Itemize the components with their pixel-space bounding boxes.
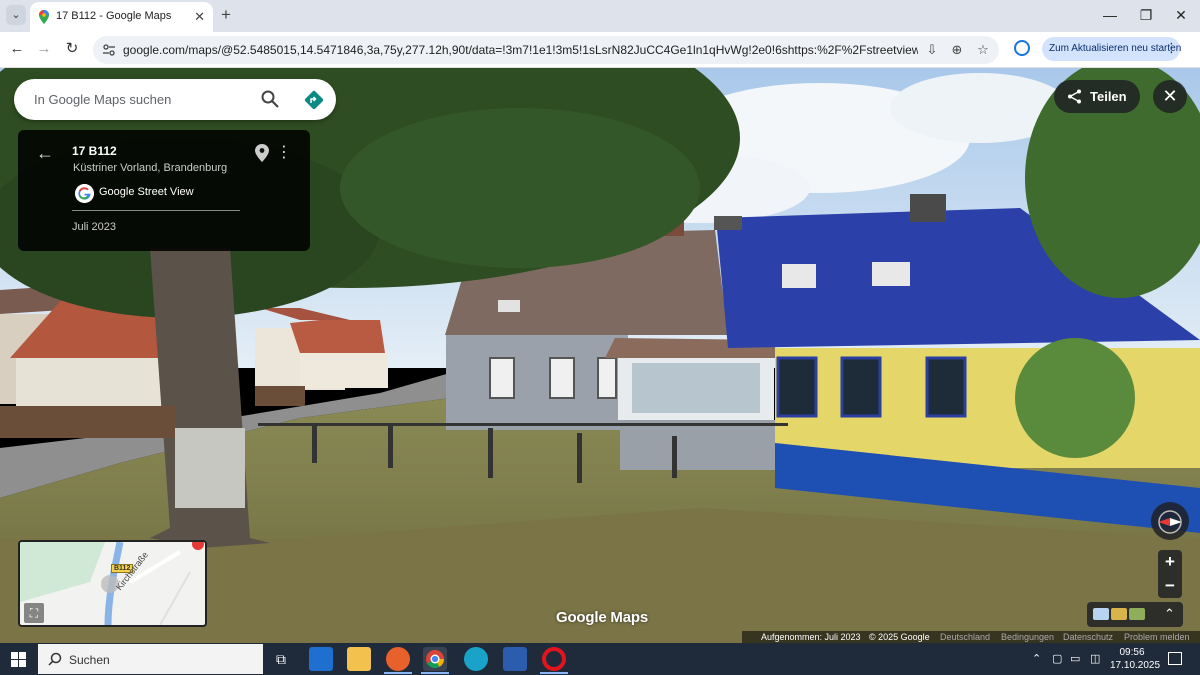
reload-icon[interactable]: ↻ bbox=[62, 39, 82, 59]
chrome-running-indicator bbox=[421, 672, 449, 674]
maps-pin-favicon-icon bbox=[39, 10, 49, 24]
card-divider bbox=[72, 210, 240, 211]
directions-icon[interactable] bbox=[303, 89, 325, 111]
place-subtitle: Küstriner Vorland, Brandenburg bbox=[73, 162, 228, 174]
profile-icon[interactable] bbox=[1014, 40, 1030, 56]
tray-network-icon[interactable]: ◫ bbox=[1090, 652, 1100, 666]
share-icon bbox=[1068, 89, 1081, 104]
zoom-control: + − bbox=[1158, 550, 1182, 598]
search-input[interactable]: In Google Maps suchen bbox=[34, 92, 171, 107]
minimap-graphic bbox=[20, 542, 204, 625]
back-arrow-icon[interactable]: ← bbox=[36, 144, 54, 162]
address-bar[interactable]: google.com/maps/@52.5485015,14.5471846,3… bbox=[93, 36, 999, 64]
close-window-button[interactable]: ✕ bbox=[1158, 6, 1200, 24]
zoom-out-button[interactable]: − bbox=[1158, 574, 1182, 598]
compass-icon[interactable] bbox=[1151, 502, 1189, 540]
taskbar-app-blue-icon[interactable] bbox=[309, 647, 333, 671]
location-pin-icon[interactable] bbox=[255, 144, 269, 162]
close-street-view-icon[interactable]: ✕ bbox=[1153, 80, 1187, 113]
search-icon[interactable] bbox=[260, 89, 280, 109]
google-maps-watermark: Google Maps bbox=[556, 609, 648, 626]
task-view-icon[interactable]: ⧉ bbox=[269, 647, 293, 671]
tab-search-chevron-icon[interactable]: ⌄ bbox=[6, 5, 26, 25]
google-logo-icon bbox=[75, 184, 94, 203]
bookmark-star-icon[interactable]: ☆ bbox=[974, 41, 992, 59]
opera-running-indicator bbox=[540, 672, 568, 674]
back-arrow-icon[interactable]: ← bbox=[7, 39, 27, 59]
taskbar-clock[interactable]: 09:56 17.10.2025 bbox=[1110, 646, 1161, 672]
layers-control[interactable]: ⌃ bbox=[1087, 602, 1183, 627]
word-icon[interactable] bbox=[503, 647, 527, 671]
maps-search-box[interactable]: In Google Maps suchen bbox=[14, 79, 336, 120]
tray-battery-icon[interactable]: ▭ bbox=[1070, 652, 1080, 666]
tray-device-icon[interactable]: ▢ bbox=[1052, 652, 1062, 666]
street-view-link[interactable]: Google Street View bbox=[99, 186, 194, 198]
tray-chevron-up-icon[interactable]: ⌃ bbox=[1032, 652, 1041, 666]
attribution-privacy[interactable]: Datenschutz bbox=[1063, 632, 1113, 642]
tab-google-maps[interactable]: 17 B112 - Google Maps ✕ bbox=[30, 2, 213, 32]
tab-close-icon[interactable]: ✕ bbox=[194, 9, 205, 24]
forward-arrow-icon[interactable]: → bbox=[34, 39, 54, 59]
taskbar-search-icon bbox=[48, 652, 62, 666]
tab-title: 17 B112 - Google Maps bbox=[56, 10, 172, 22]
taskbar-search-box[interactable]: Suchen bbox=[38, 644, 263, 674]
attribution-terms[interactable]: Bedingungen bbox=[1001, 632, 1054, 642]
zoom-icon[interactable]: ⊕ bbox=[948, 41, 966, 59]
update-restart-button[interactable]: Zum Aktualisieren neu starten ⋮ bbox=[1042, 37, 1182, 61]
attribution-country[interactable]: Deutschland bbox=[940, 632, 990, 642]
install-app-icon[interactable]: ⇩ bbox=[923, 41, 941, 59]
firefox-running-indicator bbox=[384, 672, 412, 674]
site-info-icon[interactable] bbox=[102, 43, 116, 57]
new-tab-button[interactable]: + bbox=[221, 6, 231, 24]
chrome-icon[interactable] bbox=[423, 647, 447, 671]
attribution-captured: Aufgenommen: Juli 2023 bbox=[761, 632, 861, 642]
fullscreen-icon[interactable]: ⛶ bbox=[24, 603, 44, 623]
update-label: Zum Aktualisieren neu starten bbox=[1049, 43, 1182, 54]
url-text: google.com/maps/@52.5485015,14.5471846,3… bbox=[123, 43, 918, 57]
location-info-card: ← 17 B112 Küstriner Vorland, Brandenburg… bbox=[18, 130, 310, 251]
notification-center-icon[interactable] bbox=[1168, 652, 1182, 665]
minimap[interactable]: B112 Kirchstraße ⛶ bbox=[18, 540, 207, 627]
more-options-icon[interactable]: ⋮ bbox=[276, 143, 292, 163]
share-label: Teilen bbox=[1090, 89, 1127, 104]
layer-thumb-satellite[interactable] bbox=[1111, 608, 1127, 620]
expand-chevron-icon[interactable]: ⌃ bbox=[1164, 605, 1175, 623]
zoom-in-button[interactable]: + bbox=[1158, 550, 1182, 574]
attribution-report[interactable]: Problem melden bbox=[1124, 632, 1190, 642]
chrome-logo-icon bbox=[426, 650, 444, 669]
windows-taskbar: Suchen ⧉ ⌃ ▢ ▭ ◫ 09:56 17.10.2025 bbox=[0, 643, 1200, 675]
file-explorer-icon[interactable] bbox=[347, 647, 371, 671]
compass-needle bbox=[1158, 510, 1182, 534]
place-title: 17 B112 bbox=[72, 144, 117, 158]
tab-strip: ⌄ 17 B112 - Google Maps ✕ + — ❐ ✕ bbox=[0, 0, 1200, 32]
taskbar-date: 17.10.2025 bbox=[1110, 660, 1161, 671]
attribution-copyright: © 2025 Google bbox=[869, 632, 930, 642]
layer-thumb-terrain[interactable] bbox=[1129, 608, 1145, 620]
firefox-icon[interactable] bbox=[386, 647, 410, 671]
share-button[interactable]: Teilen bbox=[1054, 80, 1140, 113]
taskbar-search-label: Suchen bbox=[69, 653, 110, 667]
browser-menu-icon[interactable]: ⋮ bbox=[1165, 40, 1178, 56]
capture-date[interactable]: Juli 2023 bbox=[72, 221, 116, 233]
edge-icon[interactable] bbox=[464, 647, 488, 671]
windows-start-icon[interactable] bbox=[11, 652, 26, 667]
layer-thumb-map[interactable] bbox=[1093, 608, 1109, 620]
opera-icon[interactable] bbox=[542, 647, 566, 671]
browser-toolbar: ← → ↻ google.com/maps/@52.5485015,14.547… bbox=[0, 32, 1200, 68]
taskbar-time: 09:56 bbox=[1119, 647, 1145, 658]
